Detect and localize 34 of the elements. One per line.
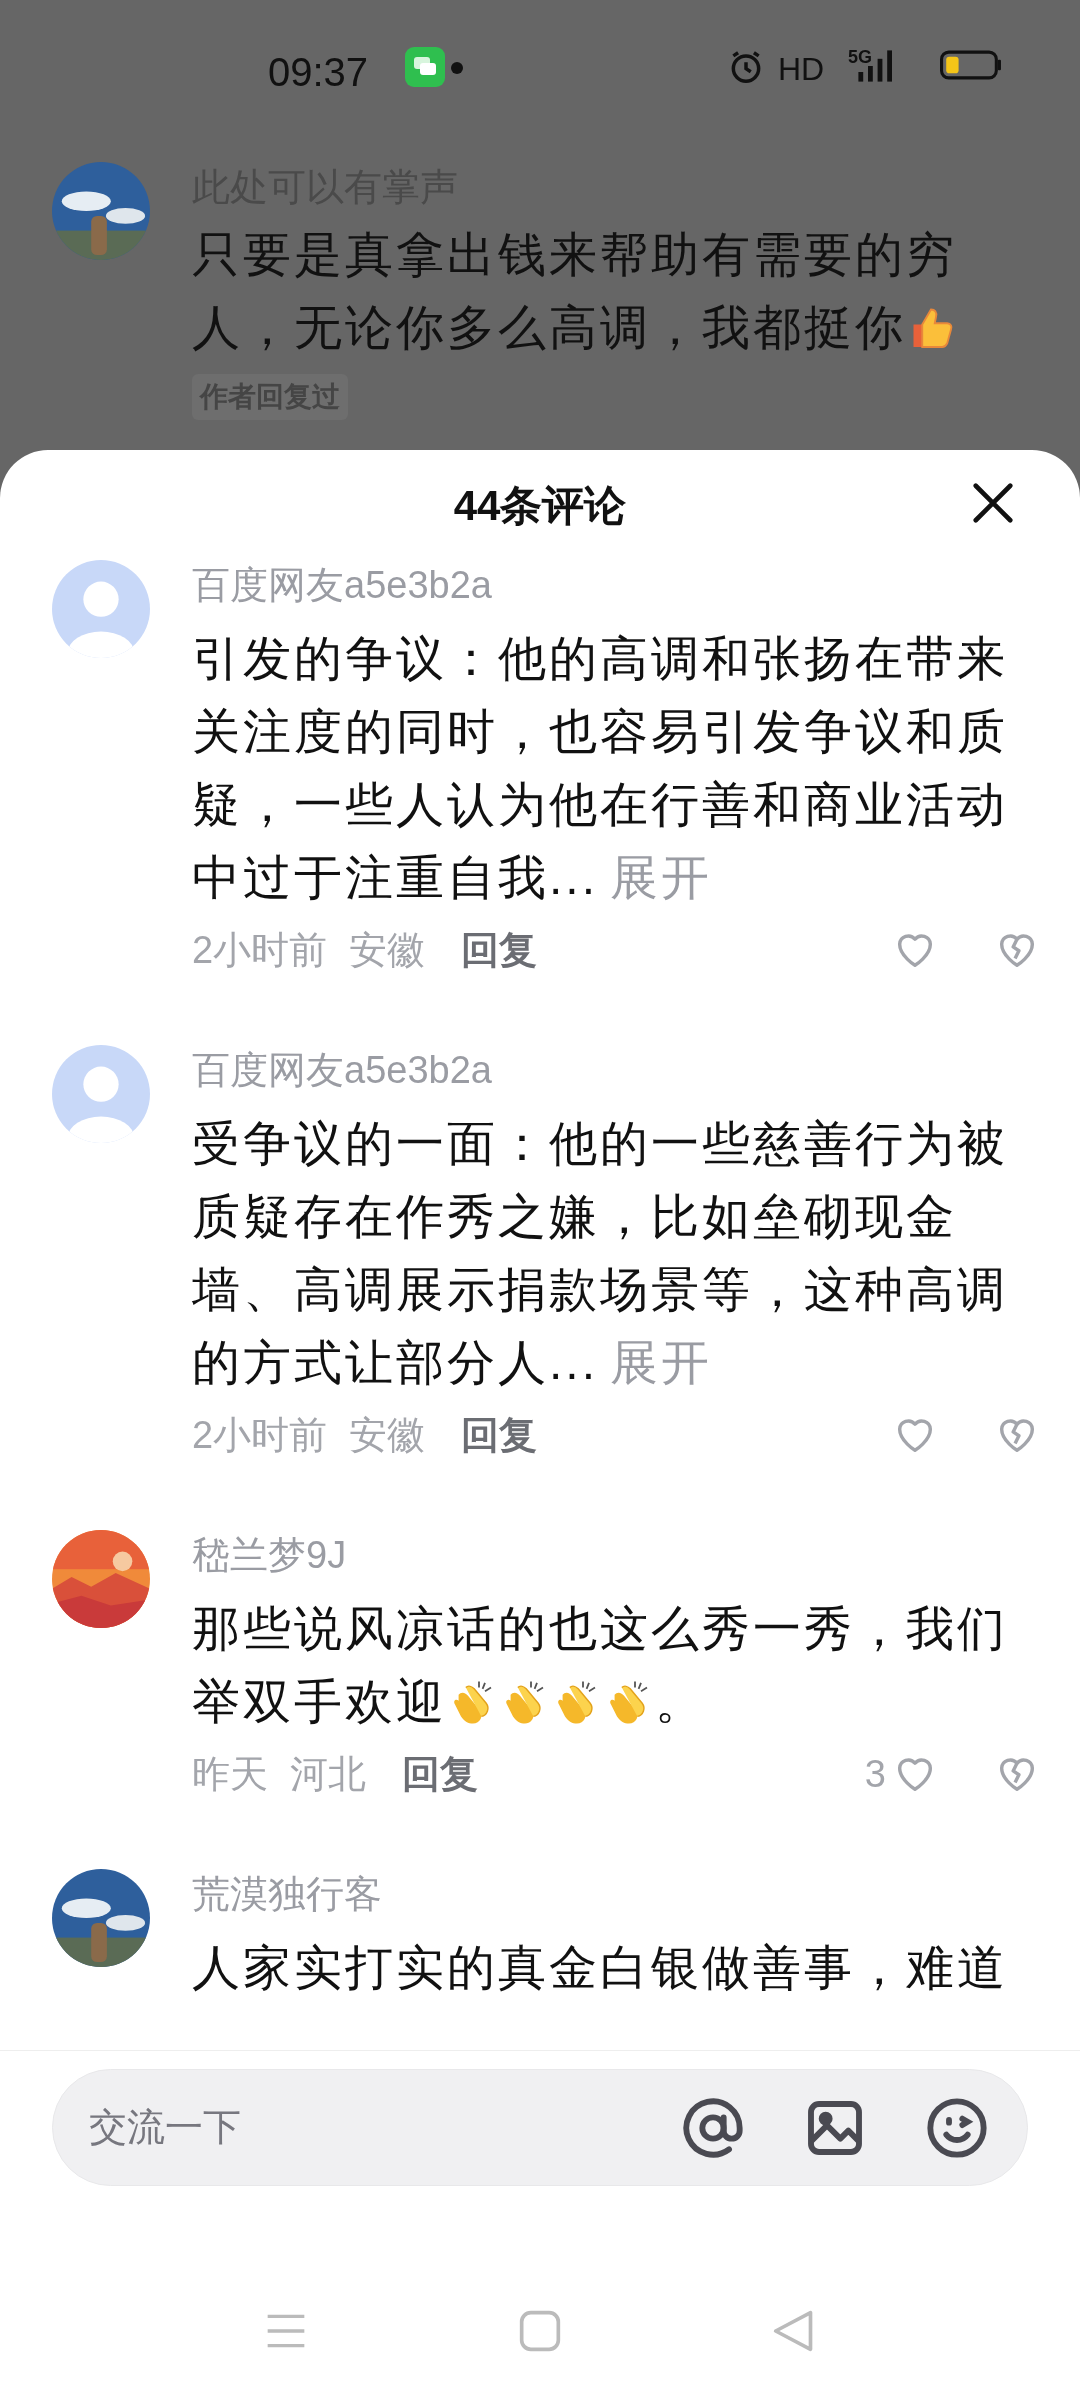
user-name: 荒漠独行客: [192, 1872, 383, 1917]
home-icon[interactable]: [518, 2309, 562, 2353]
network-type: 5G: [848, 46, 872, 69]
user-name: 嵇兰梦9J: [192, 1533, 348, 1578]
reply-button[interactable]: 回复: [461, 921, 538, 979]
mention-icon[interactable]: [681, 2095, 745, 2160]
comment-location: 河北: [290, 1751, 366, 1797]
like-count: 3: [864, 1751, 886, 1797]
reply-button[interactable]: 回复: [461, 1406, 538, 1464]
comment-location: 安徽: [349, 1412, 426, 1458]
comment-text: 那些说风凉话的也这么秀一秀，我们举双手欢迎 。: [192, 1601, 1009, 1730]
comment-text: 人家实打实的真金白银做善事，难道: [192, 1940, 1009, 1996]
comment-location: 安徽: [349, 927, 426, 973]
comment-input-field[interactable]: 交流一下: [52, 2069, 1028, 2186]
comment-text: 受争议的一面：他的一些慈善行为被质疑存在作秀之嫌，比如垒砌现金墙、高调展示捐款场景等，这种高调的方式让部分人... 展开: [192, 1116, 1009, 1391]
battery-icon: [940, 50, 1002, 80]
sheet-title: 44条评论: [453, 480, 627, 531]
expand-link[interactable]: 展开: [610, 851, 712, 904]
comment-text: 引发的争议：他的高调和张扬在带来关注度的同时，也容易引发争议和质疑，一些人认为他在行善和商业活动中过于注重自我... 展开: [192, 631, 1009, 906]
emoji-icon[interactable]: [925, 2095, 989, 2160]
comment-input[interactable]: 交流一下: [89, 2099, 681, 2156]
expand-link[interactable]: 展开: [610, 1336, 712, 1389]
close-icon: [970, 480, 1016, 526]
comment-text: 只要是真拿出钱来帮助有需要的穷人，无论你多么高调，我都挺你: [192, 227, 958, 356]
hd-indicator: HD: [778, 50, 825, 89]
user-name: 百度网友a5e3b2a: [192, 563, 493, 608]
chat-app-icon: [405, 47, 445, 87]
user-name: 百度网友a5e3b2a: [192, 1048, 493, 1093]
comment-time: 2小时前: [192, 927, 328, 973]
reply-button[interactable]: 回复: [402, 1745, 478, 1803]
comment-time: 2小时前: [192, 1412, 328, 1458]
notification-dot-icon: [451, 62, 463, 74]
status-time: 09:37: [268, 49, 369, 96]
comment-time: 昨天: [192, 1751, 268, 1797]
